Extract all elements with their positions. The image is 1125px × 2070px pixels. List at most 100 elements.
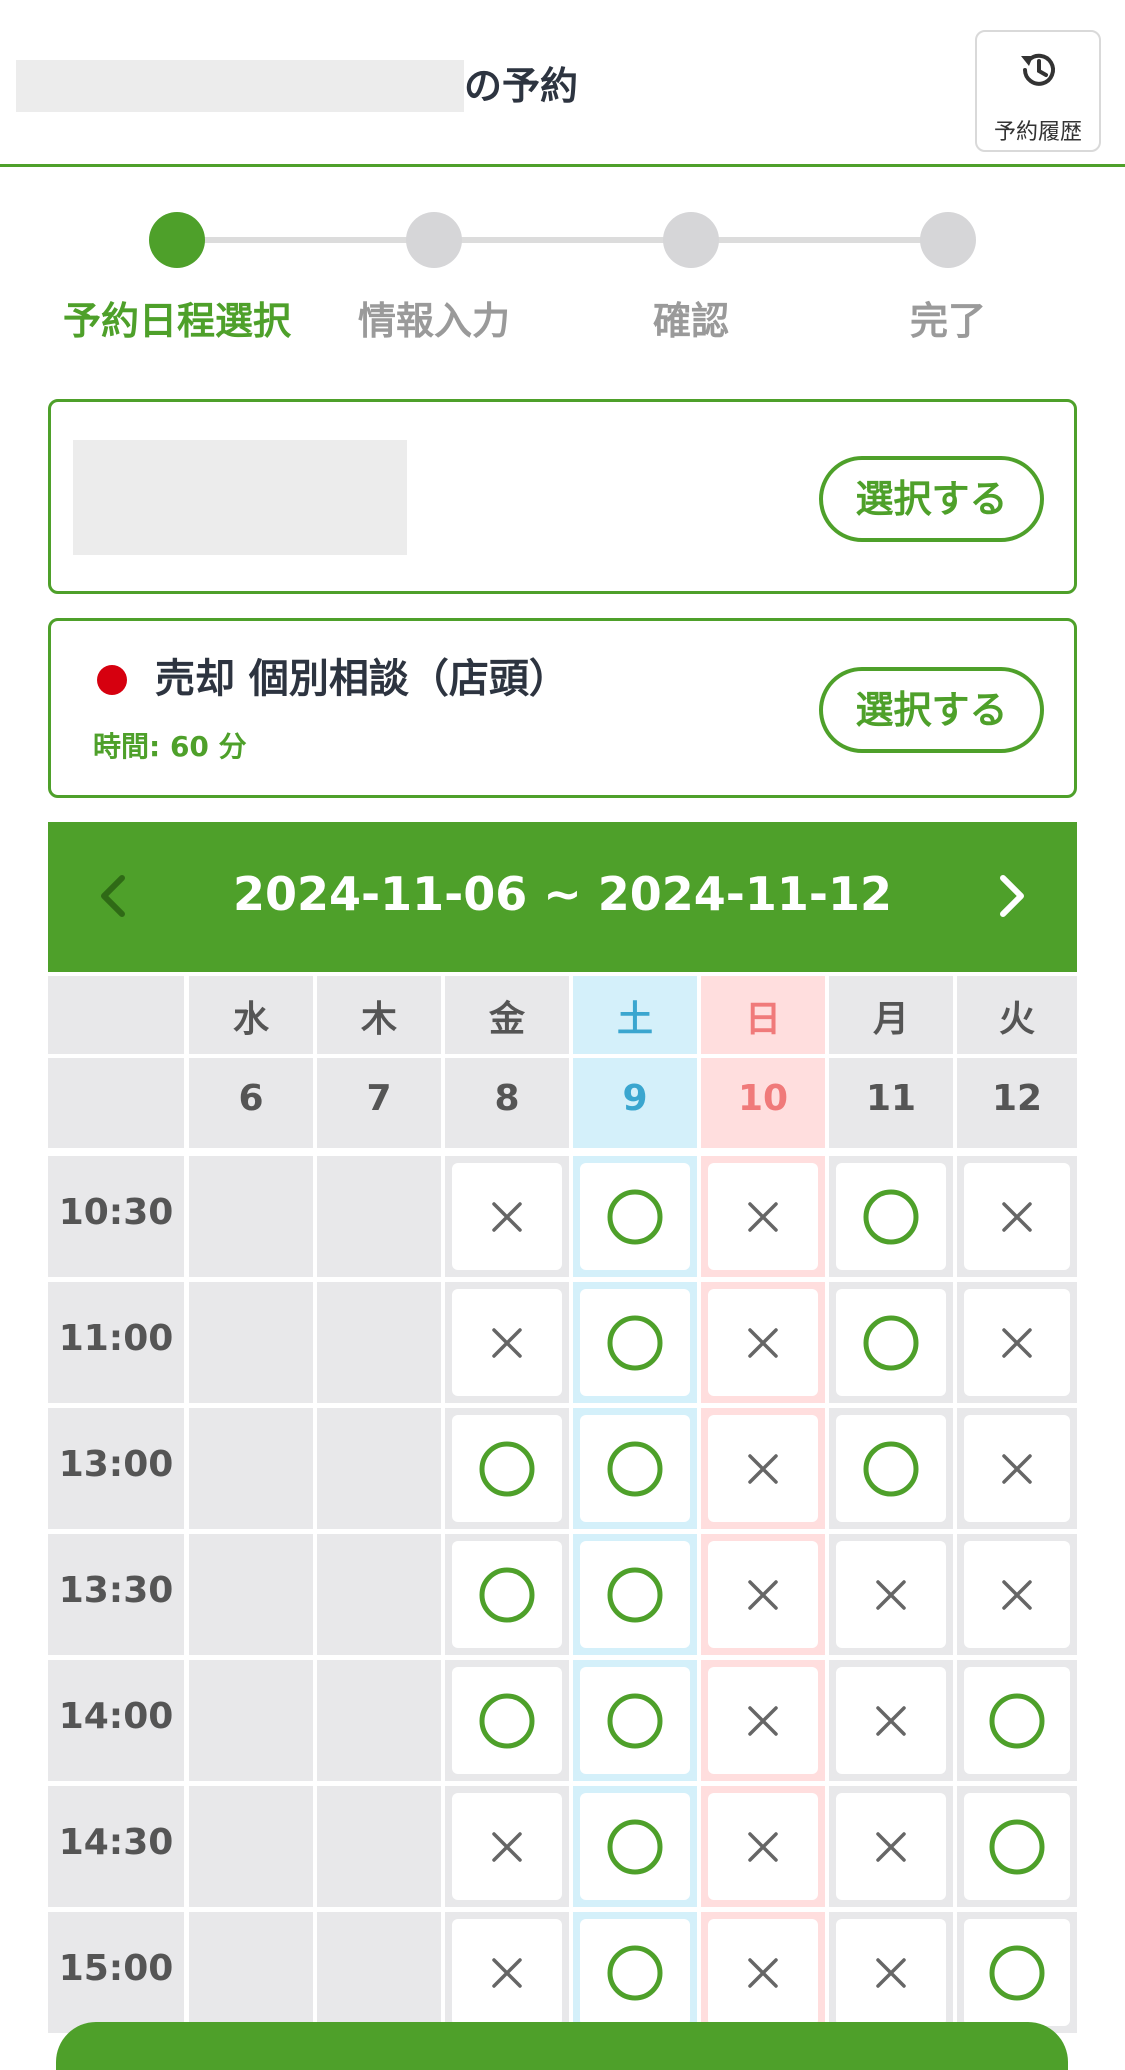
- available-circle-icon: [607, 1189, 663, 1244]
- available-circle-icon: [607, 1315, 663, 1370]
- slot-available[interactable]: [580, 1667, 690, 1774]
- slot-cell[interactable]: [573, 1660, 697, 1781]
- available-circle-icon: [607, 1945, 663, 2000]
- slot-available[interactable]: [452, 1541, 562, 1648]
- slot-unavailable: [836, 1667, 946, 1774]
- step-4-label: 完了: [909, 299, 986, 343]
- slot-cell[interactable]: [573, 1534, 697, 1655]
- date-label: 8: [494, 1078, 520, 1119]
- time-slot-label: 14:30: [58, 1822, 174, 1863]
- slot-unavailable: [708, 1667, 818, 1774]
- slot-cell[interactable]: [829, 1282, 953, 1403]
- slot-available[interactable]: [964, 1667, 1070, 1774]
- slot-available[interactable]: [836, 1415, 946, 1522]
- unavailable-cross-icon: [876, 1705, 906, 1736]
- slot-cell-closed: [317, 1408, 441, 1529]
- slot-available[interactable]: [580, 1919, 690, 2026]
- weekday-header-cell: 火: [957, 976, 1077, 1054]
- unavailable-cross-icon: [876, 1831, 906, 1862]
- time-slot-label-cell: 14:00: [48, 1660, 184, 1781]
- slot-unavailable: [964, 1541, 1070, 1648]
- available-circle-icon: [607, 1819, 663, 1874]
- slot-cell: [829, 1912, 953, 2033]
- slot-unavailable: [708, 1919, 818, 2026]
- slot-cell[interactable]: [573, 1786, 697, 1907]
- slot-cell[interactable]: [573, 1912, 697, 2033]
- slot-cell-closed: [189, 1408, 313, 1529]
- date-range: 2024-11-06 ~ 2024-11-12: [232, 867, 893, 921]
- time-slot-label-cell: 11:00: [48, 1282, 184, 1403]
- slot-available[interactable]: [964, 1793, 1070, 1900]
- date-header-cell: 7: [317, 1058, 441, 1148]
- date-header-cell: 10: [701, 1058, 825, 1148]
- weekday-header-cell: [48, 976, 184, 1054]
- time-slot-label: 15:00: [58, 1948, 174, 1989]
- slot-cell-closed: [317, 1534, 441, 1655]
- unavailable-cross-icon: [1002, 1327, 1032, 1358]
- slot-unavailable: [452, 1289, 562, 1396]
- weekday-header-cell: 金: [445, 976, 569, 1054]
- slot-cell: [829, 1660, 953, 1781]
- slot-cell[interactable]: [445, 1534, 569, 1655]
- available-circle-icon: [479, 1693, 535, 1748]
- reservation-history-label: 予約履歴: [993, 120, 1082, 145]
- weekday-header-cell: 土: [573, 976, 697, 1054]
- slot-available[interactable]: [580, 1541, 690, 1648]
- slot-cell: [445, 1912, 569, 2033]
- unavailable-cross-icon: [492, 1831, 522, 1862]
- unavailable-cross-icon: [748, 1327, 778, 1358]
- time-slot-label: 11:00: [58, 1318, 174, 1359]
- progress-steps: 予約日程選択 情報入力 確認 完了: [0, 190, 1125, 360]
- slot-unavailable: [964, 1163, 1070, 1270]
- slot-cell[interactable]: [957, 1660, 1077, 1781]
- weekday-header-cell: 日: [701, 976, 825, 1054]
- slot-available[interactable]: [580, 1163, 690, 1270]
- weekday-label: 金: [488, 999, 525, 1040]
- weekday-header-cell: 月: [829, 976, 953, 1054]
- date-header-cell: 12: [957, 1058, 1077, 1148]
- next-step-button[interactable]: [56, 2022, 1068, 2070]
- slot-available[interactable]: [580, 1289, 690, 1396]
- slot-unavailable: [964, 1415, 1070, 1522]
- available-circle-icon: [479, 1567, 535, 1622]
- slot-cell-closed: [317, 1786, 441, 1907]
- slot-available[interactable]: [580, 1415, 690, 1522]
- date-header-cell: [48, 1058, 184, 1148]
- time-slot-label-cell: 10:30: [48, 1156, 184, 1277]
- slot-available[interactable]: [964, 1919, 1070, 2026]
- unavailable-cross-icon: [748, 1453, 778, 1484]
- time-slot-label: 14:00: [58, 1696, 174, 1737]
- weekday-label: 月: [872, 999, 909, 1040]
- slot-cell[interactable]: [445, 1660, 569, 1781]
- slot-cell[interactable]: [957, 1786, 1077, 1907]
- service-color-dot: [97, 665, 127, 695]
- slot-cell[interactable]: [573, 1282, 697, 1403]
- slot-cell: [701, 1786, 825, 1907]
- slot-cell-closed: [189, 1786, 313, 1907]
- slot-available[interactable]: [452, 1415, 562, 1522]
- slot-cell[interactable]: [829, 1156, 953, 1277]
- select-service-button[interactable]: 選択する: [819, 667, 1044, 753]
- unavailable-cross-icon: [748, 1957, 778, 1988]
- slot-unavailable: [708, 1289, 818, 1396]
- slot-cell[interactable]: [829, 1408, 953, 1529]
- slot-available[interactable]: [836, 1289, 946, 1396]
- select-staff-button[interactable]: 選択する: [819, 456, 1044, 542]
- unavailable-cross-icon: [1002, 1579, 1032, 1610]
- slot-available[interactable]: [580, 1793, 690, 1900]
- slot-available[interactable]: [836, 1163, 946, 1270]
- page-header: の予約 予約履歴: [0, 0, 1125, 167]
- available-circle-icon: [863, 1315, 919, 1370]
- slot-cell[interactable]: [445, 1408, 569, 1529]
- reservation-history-button[interactable]: 予約履歴: [975, 30, 1101, 152]
- time-slot-label-cell: 13:30: [48, 1534, 184, 1655]
- slot-cell-closed: [189, 1660, 313, 1781]
- slot-available[interactable]: [452, 1667, 562, 1774]
- unavailable-cross-icon: [492, 1201, 522, 1232]
- chevron-right-icon[interactable]: [987, 868, 1037, 924]
- slot-cell[interactable]: [957, 1912, 1077, 2033]
- slot-cell: [701, 1660, 825, 1781]
- date-header-cell: 11: [829, 1058, 953, 1148]
- slot-cell[interactable]: [573, 1408, 697, 1529]
- slot-cell[interactable]: [573, 1156, 697, 1277]
